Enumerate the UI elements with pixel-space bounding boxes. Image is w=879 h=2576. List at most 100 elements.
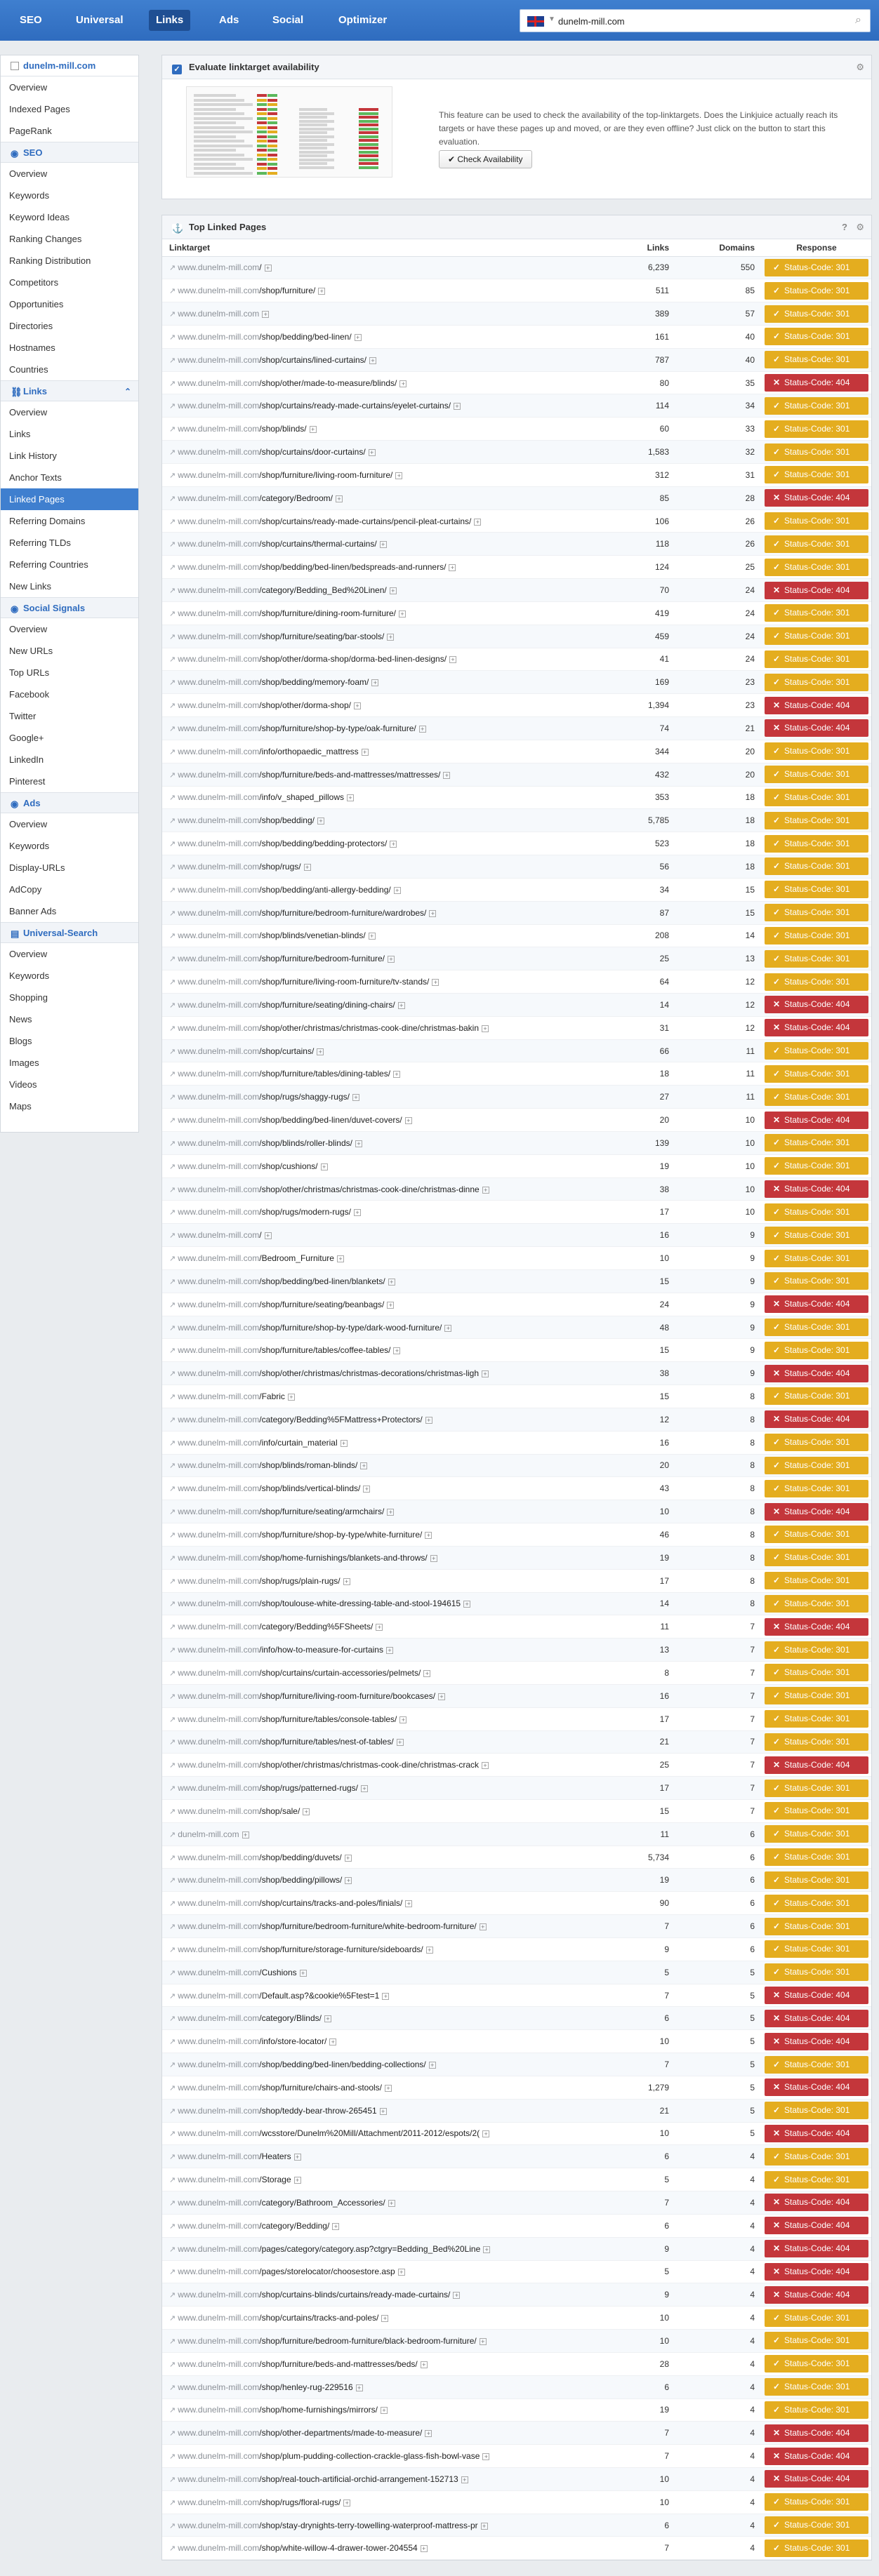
sidebar-item[interactable]: Overview	[1, 401, 138, 423]
linktarget-path[interactable]: /shop/furniture/	[259, 286, 315, 295]
external-link-icon[interactable]: ↗	[169, 1784, 176, 1793]
expand-icon[interactable]: +	[303, 1808, 310, 1815]
linktarget-domain[interactable]: www.dunelm-mill.com	[178, 1622, 259, 1631]
external-link-icon[interactable]: ↗	[169, 655, 176, 664]
tab-ads[interactable]: Ads	[212, 10, 246, 31]
linktarget-path[interactable]: /info/store-locator/	[259, 2036, 326, 2046]
sidebar-item[interactable]: New URLs	[1, 640, 138, 662]
linktarget-domain[interactable]: www.dunelm-mill.com	[178, 1069, 259, 1079]
expand-icon[interactable]: +	[420, 2545, 428, 2553]
external-link-icon[interactable]: ↗	[169, 771, 176, 780]
expand-icon[interactable]: +	[389, 587, 397, 594]
expand-icon[interactable]: +	[299, 1969, 307, 1977]
linktarget-path[interactable]: /shop/bedding/anti-allergy-bedding/	[259, 885, 390, 895]
linktarget-path[interactable]: /shop/bedding/pillows/	[259, 1875, 342, 1885]
sidebar-item[interactable]: Twitter	[1, 705, 138, 727]
expand-icon[interactable]: +	[380, 2407, 388, 2415]
linktarget-domain[interactable]: www.dunelm-mill.com	[178, 2313, 259, 2323]
linktarget-path[interactable]: /Heaters	[259, 2151, 291, 2161]
expand-icon[interactable]: +	[387, 633, 395, 641]
linktarget-domain[interactable]: www.dunelm-mill.com	[178, 954, 259, 963]
linktarget-domain[interactable]: www.dunelm-mill.com	[178, 1760, 259, 1770]
expand-icon[interactable]: +	[340, 1439, 348, 1447]
expand-icon[interactable]: +	[355, 2384, 363, 2391]
linktarget-domain[interactable]: www.dunelm-mill.com	[178, 654, 259, 664]
linktarget-path[interactable]: /pages/category/category.asp?ctgry=Beddi…	[259, 2244, 480, 2254]
linktarget-domain[interactable]: www.dunelm-mill.com	[178, 977, 259, 987]
external-link-icon[interactable]: ↗	[169, 1140, 176, 1148]
linktarget-domain[interactable]: www.dunelm-mill.com	[178, 424, 259, 434]
linktarget-domain[interactable]: www.dunelm-mill.com	[178, 862, 259, 872]
tab-links[interactable]: Links	[149, 10, 191, 31]
expand-icon[interactable]: +	[393, 886, 401, 894]
column-header-links[interactable]: Links	[590, 239, 676, 257]
linktarget-path[interactable]: /shop/other/dorma-shop/	[259, 700, 351, 710]
expand-icon[interactable]: +	[262, 311, 270, 319]
expand-icon[interactable]: +	[428, 2062, 436, 2069]
external-link-icon[interactable]: ↗	[169, 748, 176, 756]
linktarget-domain[interactable]: www.dunelm-mill.com	[178, 770, 259, 780]
linktarget-domain[interactable]: www.dunelm-mill.com	[178, 700, 259, 710]
expand-icon[interactable]: +	[354, 333, 362, 341]
linktarget-domain[interactable]: www.dunelm-mill.com	[178, 1415, 259, 1424]
linktarget-domain[interactable]: www.dunelm-mill.com	[178, 1668, 259, 1678]
uk-flag-icon[interactable]	[527, 16, 544, 27]
expand-icon[interactable]: +	[480, 2522, 488, 2530]
external-link-icon[interactable]: ↗	[169, 1900, 176, 1908]
external-link-icon[interactable]: ↗	[169, 2406, 176, 2415]
linktarget-domain[interactable]: www.dunelm-mill.com	[178, 1046, 259, 1056]
linktarget-path[interactable]: /shop/other-departments/made-to-measure/	[259, 2428, 422, 2438]
linktarget-domain[interactable]: www.dunelm-mill.com	[178, 1276, 259, 1286]
linktarget-path[interactable]: /shop/furniture/shop-by-type/white-furni…	[259, 1530, 422, 1540]
linktarget-path[interactable]: /shop/furniture/tables/coffee-tables/	[259, 1345, 390, 1355]
expand-icon[interactable]: +	[368, 933, 376, 940]
linktarget-path[interactable]: /shop/other/christmas/christmas-cook-din…	[259, 1023, 479, 1033]
linktarget-path[interactable]: /shop/furniture/living-room-furniture/	[259, 470, 392, 480]
linktarget-domain[interactable]: www.dunelm-mill.com	[178, 2382, 259, 2392]
linktarget-path[interactable]: /shop/bedding/bed-linen/	[259, 332, 351, 342]
tab-seo[interactable]: SEO	[13, 10, 49, 31]
expand-icon[interactable]: +	[482, 1762, 489, 1770]
search-icon[interactable]: ⌕	[855, 14, 861, 27]
expand-icon[interactable]: +	[324, 2015, 331, 2023]
expand-icon[interactable]: +	[332, 2222, 340, 2230]
external-link-icon[interactable]: ↗	[169, 2084, 176, 2093]
sidebar-item[interactable]: Referring Countries	[1, 554, 138, 575]
linktarget-domain[interactable]: www.dunelm-mill.com	[178, 2405, 259, 2415]
linktarget-path[interactable]: /shop/curtains/tracks-and-poles/	[259, 2313, 378, 2323]
linktarget-path[interactable]: /shop/furniture/shop-by-type/oak-furnitu…	[259, 723, 416, 733]
linktarget-path[interactable]: /shop/other/christmas/christmas-cook-din…	[259, 1760, 479, 1770]
linktarget-path[interactable]: /shop/furniture/dining-room-furniture/	[259, 608, 396, 618]
linktarget-path[interactable]: /Storage	[259, 2175, 291, 2184]
linktarget-domain[interactable]: www.dunelm-mill.com	[178, 1184, 259, 1194]
linktarget-path[interactable]: /shop/furniture/chairs-and-stools/	[259, 2083, 382, 2093]
expand-icon[interactable]: +	[390, 841, 397, 848]
linktarget-path[interactable]: /category/Bedding_Bed%20Linen/	[259, 585, 386, 595]
linktarget-path[interactable]: /shop/home-furnishings/mirrors/	[259, 2405, 378, 2415]
sidebar-item[interactable]: Display-URLs	[1, 857, 138, 879]
expand-icon[interactable]: +	[418, 725, 426, 733]
external-link-icon[interactable]: ↗	[169, 1693, 176, 1701]
linktarget-path[interactable]: /category/Bedding/	[259, 2221, 329, 2231]
sidebar-item[interactable]: Referring TLDs	[1, 532, 138, 554]
expand-icon[interactable]: +	[354, 702, 361, 710]
sidebar-item[interactable]: Overview	[1, 813, 138, 835]
linktarget-path[interactable]: /shop/furniture/living-room-furniture/bo…	[259, 1691, 435, 1701]
external-link-icon[interactable]: ↗	[169, 2452, 176, 2461]
linktarget-domain[interactable]: www.dunelm-mill.com	[178, 2060, 259, 2069]
expand-icon[interactable]: +	[479, 2337, 487, 2345]
expand-icon[interactable]: +	[395, 472, 403, 479]
expand-icon[interactable]: +	[396, 1739, 404, 1747]
linktarget-domain[interactable]: www.dunelm-mill.com	[178, 1300, 259, 1309]
linktarget-path[interactable]: /shop/bedding/duvets/	[259, 1853, 341, 1862]
sidebar-item[interactable]: Google+	[1, 727, 138, 749]
linktarget-domain[interactable]: www.dunelm-mill.com	[178, 1460, 259, 1470]
expand-icon[interactable]: +	[430, 1554, 437, 1562]
sidebar-item[interactable]: Top URLs	[1, 662, 138, 683]
linktarget-domain[interactable]: www.dunelm-mill.com	[178, 2221, 259, 2231]
linktarget-path[interactable]: /shop/rugs/floral-rugs/	[259, 2497, 341, 2507]
linktarget-path[interactable]: /shop/home-furnishings/blankets-and-thro…	[259, 1553, 427, 1563]
linktarget-domain[interactable]: www.dunelm-mill.com	[178, 1968, 259, 1977]
linktarget-domain[interactable]: www.dunelm-mill.com	[178, 1944, 259, 1954]
linktarget-domain[interactable]: www.dunelm-mill.com	[178, 585, 259, 595]
